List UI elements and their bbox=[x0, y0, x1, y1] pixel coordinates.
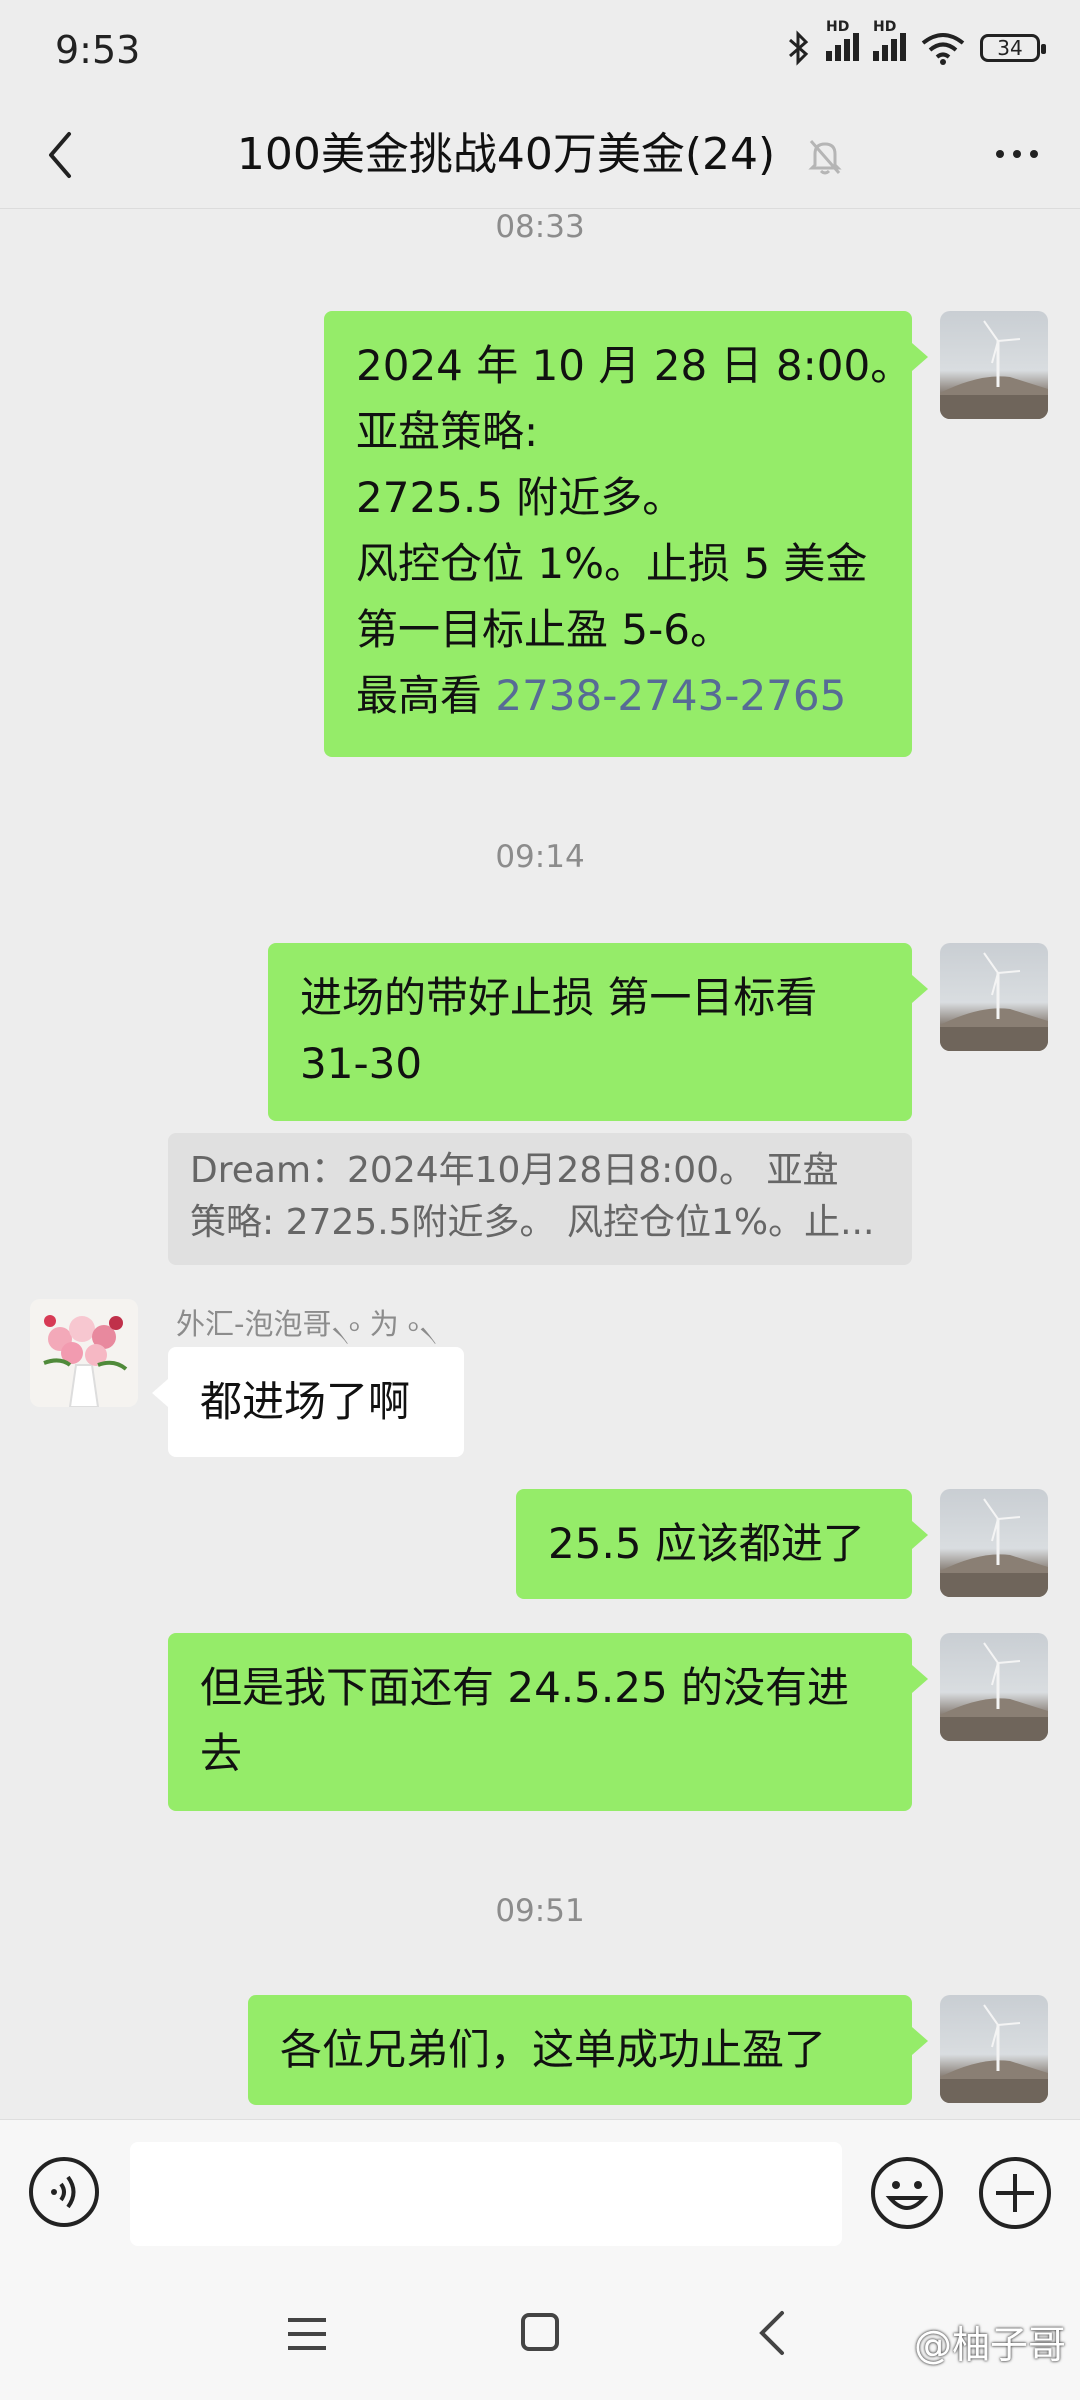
message-list[interactable]: 08:33 2024 年 10 月 28 日 8:00。 亚盘策略: 2725.… bbox=[0, 209, 1080, 2119]
timestamp: 09:14 bbox=[495, 839, 585, 875]
status-bar: 9:53 HD HD 34 bbox=[0, 0, 1080, 100]
signal-2-label: HD bbox=[873, 19, 897, 35]
message-line: 第一目标止盈 5-6。 bbox=[356, 605, 732, 654]
system-nav-bar: @柚子哥 bbox=[0, 2270, 1080, 2400]
nav-home-button[interactable] bbox=[518, 2310, 562, 2354]
message-line: 去 bbox=[200, 1729, 243, 1778]
wind-turbine-avatar-icon bbox=[940, 1642, 1048, 1741]
wind-turbine-avatar-icon bbox=[940, 2004, 1048, 2103]
signal-1-label: HD bbox=[826, 19, 850, 35]
more-icon bbox=[996, 150, 1004, 158]
nav-back-button[interactable] bbox=[752, 2308, 792, 2358]
message-line: 进场的带好止损 第一目标看 bbox=[300, 973, 818, 1022]
avatar[interactable] bbox=[940, 1633, 1048, 1741]
emoji-icon bbox=[871, 2157, 943, 2229]
wifi-icon bbox=[921, 33, 965, 65]
message-line-last: 最高看 2738-2743-2765 bbox=[356, 663, 880, 729]
status-icons: HD HD 34 bbox=[786, 19, 1046, 66]
nav-menu-button[interactable] bbox=[282, 2312, 332, 2356]
voice-icon bbox=[29, 2157, 99, 2227]
timestamp: 08:33 bbox=[495, 209, 585, 245]
flower-bouquet-avatar-icon bbox=[30, 1299, 138, 1407]
menu-icon bbox=[288, 2318, 326, 2350]
nav-back-icon bbox=[759, 2311, 784, 2355]
watermark: @柚子哥 bbox=[913, 2323, 1066, 2367]
avatar[interactable] bbox=[940, 943, 1048, 1051]
phone-number-link[interactable]: 2738-2743-2765 bbox=[495, 671, 846, 720]
message-line: 2024 年 10 月 28 日 8:00。 bbox=[356, 341, 913, 390]
message-text: 25.5 应该都进了 bbox=[548, 1519, 865, 1568]
wind-turbine-avatar-icon bbox=[940, 952, 1048, 1051]
avatar[interactable] bbox=[940, 1489, 1048, 1597]
wind-turbine-avatar-icon bbox=[940, 320, 1048, 419]
quote-line: 策略: 2725.5附近多。 风控仓位1%。止... bbox=[190, 1202, 875, 1243]
wind-turbine-avatar-icon bbox=[940, 1498, 1048, 1597]
message-line: 风控仓位 1%。止损 5 美金 bbox=[356, 539, 868, 588]
avatar[interactable] bbox=[940, 1995, 1048, 2103]
more-button[interactable] bbox=[982, 124, 1052, 184]
mute-bell-icon bbox=[808, 140, 842, 175]
plus-button[interactable] bbox=[978, 2156, 1052, 2230]
home-icon bbox=[521, 2313, 559, 2351]
chat-title: 100美金挑战40万美金(24) bbox=[236, 129, 776, 180]
timestamp: 09:51 bbox=[495, 1893, 585, 1929]
avatar-other[interactable] bbox=[30, 1299, 138, 1407]
emoji-button[interactable] bbox=[870, 2156, 944, 2230]
status-time: 9:53 bbox=[55, 28, 141, 72]
signal-2: HD bbox=[873, 19, 906, 65]
chat-header: 100美金挑战40万美金(24) bbox=[0, 100, 1080, 209]
message-bubble[interactable]: 25.5 应该都进了 bbox=[516, 1489, 928, 1599]
signal-1: HD bbox=[826, 19, 859, 65]
message-line: 但是我下面还有 24.5.25 的没有进 bbox=[200, 1663, 850, 1712]
message-line: 31-30 bbox=[300, 1039, 423, 1088]
battery-indicator: 34 bbox=[980, 34, 1046, 62]
message-bubble-other[interactable]: 都进场了啊 bbox=[152, 1347, 464, 1457]
message-text: 最高看 bbox=[356, 671, 496, 720]
message-bubble[interactable]: 各位兄弟们，这单成功止盈了 bbox=[248, 1995, 928, 2105]
message-line: 2725.5 附近多。 bbox=[356, 473, 685, 522]
quoted-message[interactable]: Dream：2024年10月28日8:00。 亚盘 策略: 2725.5附近多。… bbox=[168, 1133, 912, 1265]
message-bubble[interactable]: 但是我下面还有 24.5.25 的没有进 去 bbox=[168, 1633, 928, 1811]
message-line: 亚盘策略: bbox=[356, 407, 539, 456]
avatar[interactable] bbox=[940, 311, 1048, 419]
plus-icon bbox=[979, 2157, 1051, 2229]
bluetooth-icon bbox=[789, 30, 809, 66]
message-bubble-strategy[interactable]: 2024 年 10 月 28 日 8:00。 亚盘策略: 2725.5 附近多。… bbox=[324, 311, 928, 757]
chat-title-wrap: 100美金挑战40万美金(24) bbox=[0, 118, 1080, 182]
quote-line: Dream：2024年10月28日8:00。 亚盘 bbox=[190, 1150, 839, 1191]
message-input[interactable] bbox=[130, 2142, 842, 2246]
voice-button[interactable] bbox=[28, 2156, 100, 2228]
message-bubble-entry[interactable]: 进场的带好止损 第一目标看 31-30 bbox=[268, 943, 928, 1121]
message-text: 各位兄弟们，这单成功止盈了 bbox=[280, 2025, 827, 2074]
message-text: 都进场了啊 bbox=[200, 1377, 411, 1426]
input-bar bbox=[0, 2119, 1080, 2270]
sender-name: 外汇-泡泡哥৲৹ 为 ৹৲ bbox=[176, 1307, 438, 1341]
